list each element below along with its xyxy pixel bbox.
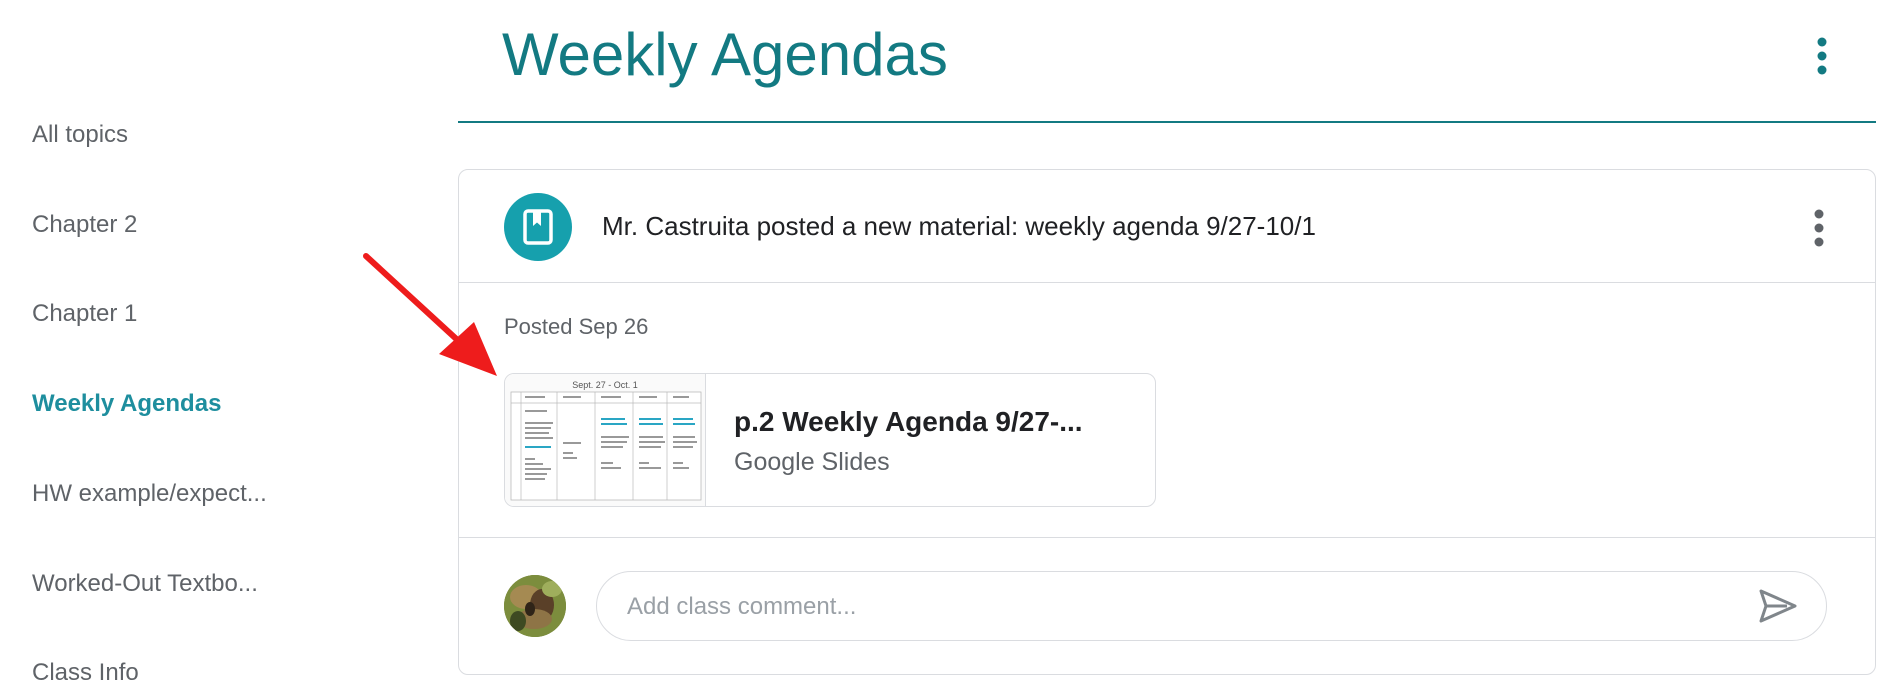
attachment-title[interactable]: p.2 Weekly Agenda 9/27-... — [734, 406, 1083, 438]
topic-more-options-icon[interactable] — [1808, 34, 1836, 78]
topic-divider — [458, 121, 1876, 123]
comment-box — [596, 571, 1827, 641]
comment-section — [459, 537, 1875, 676]
slides-attachment[interactable]: Sept. 27 - Oct. 1 p.2 Weekly Agenda 9/27… — [504, 373, 1156, 507]
classroom-page: All topics Chapter 2 Chapter 1 Weekly Ag… — [0, 0, 1883, 692]
slides-thumbnail: Sept. 27 - Oct. 1 — [505, 374, 706, 506]
material-post-card: Mr. Castruita posted a new material: wee… — [458, 169, 1876, 675]
sidebar-item-worked-out-textbook[interactable]: Worked-Out Textbo... — [32, 570, 258, 598]
post-title[interactable]: Mr. Castruita posted a new material: wee… — [602, 211, 1316, 242]
sidebar-item-chapter-1[interactable]: Chapter 1 — [32, 300, 137, 328]
topic-title: Weekly Agendas — [502, 21, 948, 88]
sidebar-item-class-info[interactable]: Class Info — [32, 659, 139, 687]
sidebar-item-weekly-agendas[interactable]: Weekly Agendas — [32, 390, 221, 418]
attachment-type: Google Slides — [734, 448, 890, 476]
annotation-arrow — [352, 248, 512, 388]
thumbnail-heading: Sept. 27 - Oct. 1 — [572, 380, 638, 390]
send-icon[interactable] — [1757, 587, 1799, 625]
sidebar-item-chapter-2[interactable]: Chapter 2 — [32, 211, 137, 239]
comment-input[interactable] — [625, 588, 1729, 626]
sidebar-item-all-topics[interactable]: All topics — [32, 121, 128, 149]
user-avatar — [504, 575, 566, 637]
post-more-options-icon[interactable] — [1805, 206, 1833, 250]
post-header[interactable]: Mr. Castruita posted a new material: wee… — [459, 170, 1875, 283]
posted-date: Posted Sep 26 — [504, 314, 649, 339]
bookmark-icon — [504, 193, 572, 261]
sidebar-item-hw-example[interactable]: HW example/expect... — [32, 480, 267, 508]
